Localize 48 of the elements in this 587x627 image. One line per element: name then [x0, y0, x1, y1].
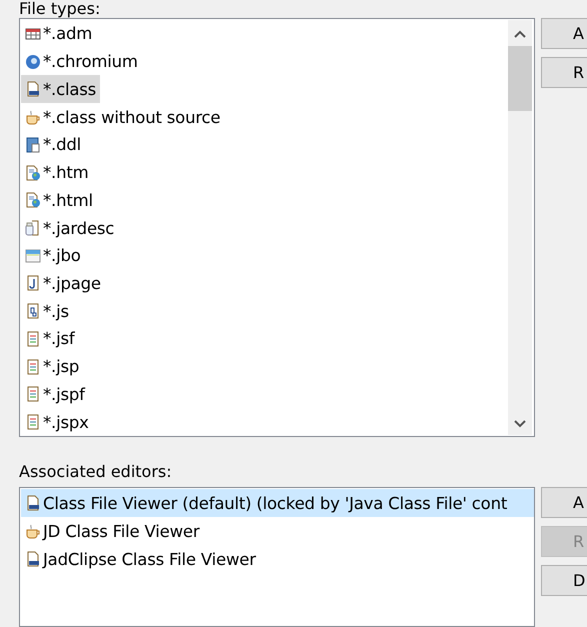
scrollbar[interactable]: [508, 20, 532, 435]
side-button[interactable]: A: [541, 18, 587, 49]
class-file-icon: [25, 551, 41, 567]
list-item[interactable]: *.chromium: [21, 48, 142, 76]
text-file-icon: [25, 358, 41, 375]
text-file-icon: [25, 330, 41, 347]
list-item[interactable]: *.adm: [21, 20, 96, 48]
jar-icon: [25, 220, 41, 236]
list-item[interactable]: *.htm: [21, 158, 92, 186]
side-button[interactable]: A: [541, 487, 587, 518]
list-item[interactable]: *.jardesc: [21, 214, 118, 242]
list-item[interactable]: *.jbo: [21, 242, 85, 270]
section-label: Associated editors:: [19, 463, 173, 481]
section-label: File types:: [19, 0, 102, 18]
file-list[interactable]: Class File Viewer (default) (locked by 'Java Class File' cont JD Class File Viewer JadClipse Class File Viewer: [19, 487, 535, 627]
table-icon: [25, 26, 41, 42]
cup-icon: [25, 109, 41, 126]
text-file-icon: [25, 386, 41, 402]
document-icon: [25, 136, 41, 153]
scroll-up-icon[interactable]: [513, 29, 527, 39]
window-icon: [25, 248, 41, 264]
scroll-thumb[interactable]: [508, 46, 532, 111]
cup-icon: [25, 523, 41, 539]
page-icon: [25, 275, 41, 292]
list-item[interactable]: *.jsf: [21, 325, 78, 353]
list-item[interactable]: JD Class File Viewer: [21, 517, 534, 545]
list-item[interactable]: Class File Viewer (default) (locked by 'Java Class File' cont: [21, 489, 534, 517]
side-button[interactable]: R: [541, 57, 587, 88]
list-item[interactable]: *.html: [21, 186, 97, 214]
scroll-down-icon[interactable]: [513, 419, 527, 429]
list-item[interactable]: *.class: [21, 75, 100, 104]
list-item[interactable]: *.js: [21, 297, 73, 326]
list-item[interactable]: *.class without source: [21, 103, 224, 131]
file-list[interactable]: *.adm *.chromium *.class *.class without source *.ddl *.htm *.html *.jardesc *.jbo *.jpage *.js *.jsf *.jsp *.jspf *.jspx: [19, 18, 535, 437]
globe-icon: [25, 54, 41, 70]
class-file-icon: [25, 81, 41, 98]
list-item[interactable]: *.jspf: [21, 380, 89, 408]
web-page-icon: [25, 192, 41, 208]
side-button[interactable]: D: [541, 565, 587, 596]
list-item[interactable]: *.jpage: [21, 270, 105, 298]
list-item[interactable]: *.jspx: [21, 408, 93, 436]
class-file-icon: [25, 495, 41, 511]
web-page-icon: [25, 164, 41, 181]
list-item[interactable]: JadClipse Class File Viewer: [21, 545, 534, 573]
text-file-icon: [25, 414, 41, 430]
list-item[interactable]: *.ddl: [21, 130, 86, 159]
list-item[interactable]: *.jsp: [21, 352, 84, 381]
script-icon: [25, 303, 41, 320]
